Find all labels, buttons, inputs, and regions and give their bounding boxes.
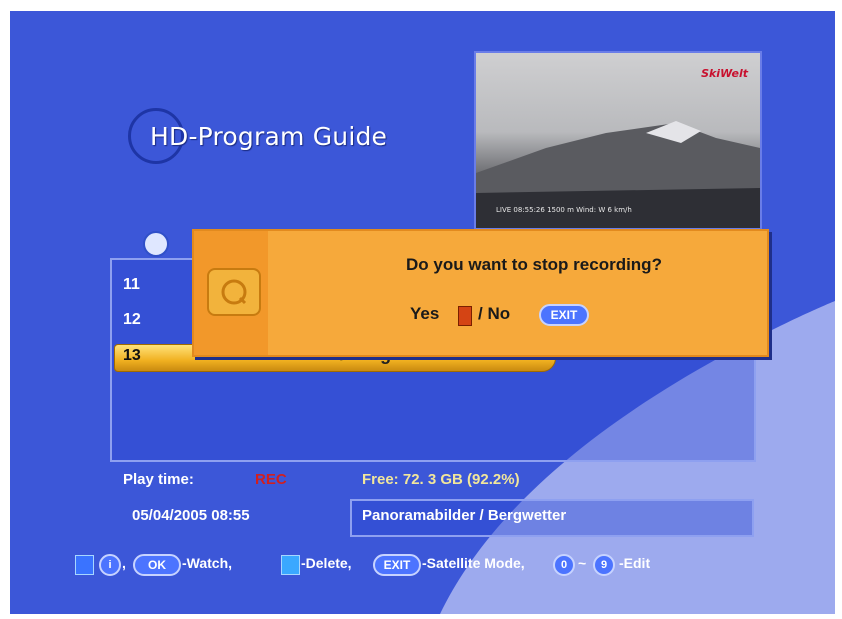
watch-label: -Watch, <box>182 555 233 571</box>
stop-recording-dialog: Do you want to stop recording? Yes / No … <box>192 229 769 357</box>
exit-key-button-footer[interactable]: EXIT <box>373 554 421 576</box>
program-name: Panoramabilder / Bergwetter <box>362 507 567 524</box>
play-time-value: REC <box>255 471 287 488</box>
live-preview: SkiWelt LIVE 08:55:26 1500 m Wind: W 6 k… <box>474 51 762 230</box>
dialog-message: Do you want to stop recording? <box>406 255 662 274</box>
list-item-11-number[interactable]: 11 <box>123 276 140 294</box>
footer-separator: , <box>122 555 126 571</box>
channel-logo: SkiWelt <box>701 67 748 80</box>
delete-label: -Delete, <box>301 555 352 571</box>
red-key-icon[interactable] <box>458 306 472 326</box>
blue-key-icon[interactable] <box>281 555 300 575</box>
satellite-mode-label: -Satellite Mode, <box>422 555 525 571</box>
nine-key-icon[interactable]: 9 <box>593 554 615 576</box>
free-space: Free: 72. 3 GB (92.2%) <box>362 471 520 488</box>
list-item-12-number[interactable]: 12 <box>123 311 141 329</box>
edit-label: -Edit <box>619 555 651 571</box>
preview-overlay-text: LIVE 08:55:26 1500 m Wind: W 6 km/h <box>496 206 632 214</box>
recording-datetime: 05/04/2005 08:55 <box>132 507 250 524</box>
no-option[interactable]: / No <box>478 304 510 324</box>
exit-key-button[interactable]: EXIT <box>539 304 589 326</box>
list-item-13-number: 13 <box>123 347 141 364</box>
page-title: HD-Program Guide <box>150 122 388 151</box>
dialog-side-panel <box>194 231 268 355</box>
range-tilde: ~ <box>578 555 587 571</box>
zero-key-icon[interactable]: 0 <box>553 554 575 576</box>
ok-key-button[interactable]: OK <box>133 554 181 576</box>
yes-option[interactable]: Yes <box>410 304 439 324</box>
info-key-icon[interactable]: i <box>99 554 121 576</box>
question-icon <box>207 268 261 316</box>
help-icon[interactable] <box>75 555 94 575</box>
tv-screen: HD-Program Guide SkiWelt LIVE 08:55:26 1… <box>10 11 835 614</box>
question-glyph <box>221 279 247 305</box>
play-time-label: Play time: <box>123 471 194 488</box>
clock-icon <box>143 231 169 257</box>
